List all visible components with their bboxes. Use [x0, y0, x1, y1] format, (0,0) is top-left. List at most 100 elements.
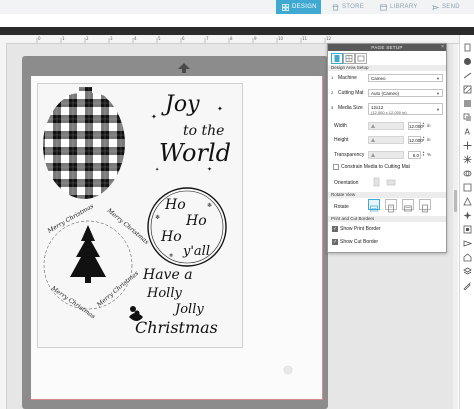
- store-icon: [332, 4, 339, 10]
- text-style-icon[interactable]: A: [463, 127, 472, 137]
- height-slider[interactable]: [368, 136, 404, 144]
- tab-send[interactable]: SEND: [432, 0, 460, 14]
- tab-design-label: DESIGN: [292, 4, 317, 10]
- rotate-0-icon: [370, 205, 378, 212]
- svg-text:Jolly: Jolly: [172, 302, 204, 317]
- constrain-media-label: Constrain Media to Cutting Mat: [341, 164, 410, 170]
- svg-text:✦: ✦: [155, 167, 159, 173]
- media-size-select[interactable]: 12x12 (12.000 x 12.000 in) ▼: [368, 103, 443, 115]
- rotate-180-icon: [404, 205, 412, 212]
- svg-text:❄: ❄: [169, 253, 173, 259]
- rotate-90-button[interactable]: [385, 199, 397, 213]
- layers-icon[interactable]: [463, 267, 472, 276]
- sketch-icon[interactable]: [463, 281, 472, 290]
- library-icon: [380, 4, 387, 10]
- ruler-tick-label: 7: [206, 36, 209, 41]
- svg-text:A: A: [465, 128, 471, 137]
- modify-icon[interactable]: [463, 169, 472, 178]
- nesting-icon[interactable]: [463, 211, 472, 220]
- height-input[interactable]: 12.000: [408, 136, 423, 144]
- library-panel-icon[interactable]: [463, 253, 472, 262]
- media-size-label: Media Size: [338, 105, 363, 111]
- fill-icon[interactable]: [463, 57, 472, 66]
- tab-library-label: LIBRARY: [390, 4, 418, 10]
- grid-icon: [282, 3, 289, 11]
- machine-label: Machine: [338, 75, 357, 81]
- shadow-icon[interactable]: [463, 113, 472, 122]
- svg-text:✦: ✦: [217, 105, 223, 113]
- caret-down-icon: ▼: [436, 76, 440, 81]
- svg-text:y'all: y'all: [182, 244, 210, 259]
- landscape-orientation-icon[interactable]: [386, 178, 396, 187]
- offset-icon[interactable]: [463, 183, 472, 192]
- machine-value: Cameo: [371, 76, 386, 81]
- transform-icon[interactable]: [463, 141, 472, 150]
- height-unit: in: [427, 137, 431, 142]
- fill-pattern-icon[interactable]: [463, 85, 472, 94]
- rotate-270-button[interactable]: [419, 199, 431, 213]
- tab-library[interactable]: LIBRARY: [380, 0, 418, 14]
- section-print-cut-borders: Print and Cut Borders: [328, 216, 446, 222]
- ruler-ticks: 0 1 2 3 4 5 6 7 8 9 10 11 12: [36, 36, 332, 43]
- portrait-orientation-icon[interactable]: [372, 177, 381, 187]
- width-input[interactable]: 12.000: [408, 122, 423, 130]
- tab-store[interactable]: STORE: [332, 0, 364, 14]
- plaid-ornament[interactable]: [37, 83, 132, 203]
- width-label: Width: [334, 123, 347, 129]
- tab-design[interactable]: DESIGN: [276, 0, 321, 14]
- rotate-0-button[interactable]: [368, 199, 380, 212]
- tab-send-label: SEND: [442, 4, 460, 10]
- print-cut-icon[interactable]: [463, 225, 472, 234]
- svg-text:Ho: Ho: [160, 229, 182, 245]
- ruler-tick-label: 12: [326, 36, 332, 41]
- svg-text:❄: ❄: [155, 214, 160, 221]
- close-icon[interactable]: ×: [441, 44, 444, 51]
- step-2-marker: 2: [331, 90, 334, 95]
- height-label: Height: [334, 137, 349, 143]
- design-joy-to-the-world[interactable]: Joy to the World ✦ ✦ ✦ ✦: [151, 92, 231, 173]
- ruler-tick-label: 2: [86, 36, 89, 41]
- cutting-mat-value: Auto (Cameo): [371, 91, 400, 96]
- tab-registration[interactable]: [343, 53, 355, 64]
- constrain-media-checkbox[interactable]: [333, 164, 339, 170]
- height-stepper[interactable]: ▲ ▼: [422, 136, 425, 142]
- cutting-mat-select[interactable]: Auto (Cameo) ▼: [368, 89, 443, 97]
- ruler-tick-label: 8: [230, 36, 233, 41]
- transparency-stepper[interactable]: ▲ ▼: [422, 151, 425, 157]
- tab-page-setup[interactable]: [331, 53, 343, 64]
- transparency-slider[interactable]: [368, 151, 404, 159]
- transparency-input[interactable]: 8.0: [408, 151, 421, 159]
- svg-text:to the: to the: [183, 123, 224, 139]
- design-holly-jolly-christmas[interactable]: Have a Holly Jolly Christmas: [129, 267, 218, 337]
- show-print-border-checkbox[interactable]: ✓: [332, 226, 338, 232]
- machine-select[interactable]: Cameo ▼: [368, 74, 443, 82]
- design-merry-christmas-tree[interactable]: Merry Christmas Merry Christmas Merry Ch…: [43, 203, 150, 321]
- svg-text:Merry Christmas: Merry Christmas: [105, 207, 150, 246]
- svg-text:Christmas: Christmas: [135, 318, 218, 337]
- tab-background[interactable]: [355, 53, 367, 64]
- replicate-icon[interactable]: [463, 155, 472, 164]
- line-style-icon[interactable]: [463, 71, 472, 80]
- vertical-scrollbar[interactable]: [453, 44, 458, 409]
- svg-text:Have a: Have a: [142, 267, 193, 283]
- step-3-marker: 3: [331, 105, 334, 110]
- image-icon: [357, 55, 365, 62]
- trace-icon[interactable]: [463, 197, 472, 206]
- design-ho-ho-ho-yall[interactable]: Ho Ho Ho y'all ❄ ❄ ❄: [147, 187, 227, 267]
- width-slider[interactable]: [368, 122, 404, 130]
- width-stepper[interactable]: ▲ ▼: [422, 122, 425, 128]
- ruler-tick-label: 10: [278, 36, 284, 41]
- send-icon[interactable]: [463, 239, 472, 248]
- send-icon: [432, 4, 439, 10]
- rotate-90-icon: [388, 204, 394, 213]
- svg-text:Merry Christmas: Merry Christmas: [49, 284, 96, 320]
- caret-down-icon: ▼: [436, 91, 440, 96]
- svg-text:✦: ✦: [151, 113, 157, 121]
- svg-text:World: World: [159, 139, 231, 167]
- rotate-180-button[interactable]: [402, 199, 414, 212]
- show-cut-border-checkbox[interactable]: ✓: [332, 239, 338, 245]
- page-setup-icon[interactable]: [463, 43, 472, 52]
- scrollbar-thumb[interactable]: [454, 190, 457, 212]
- gradient-icon[interactable]: [463, 99, 472, 108]
- transparency-label: Transparency: [334, 152, 365, 158]
